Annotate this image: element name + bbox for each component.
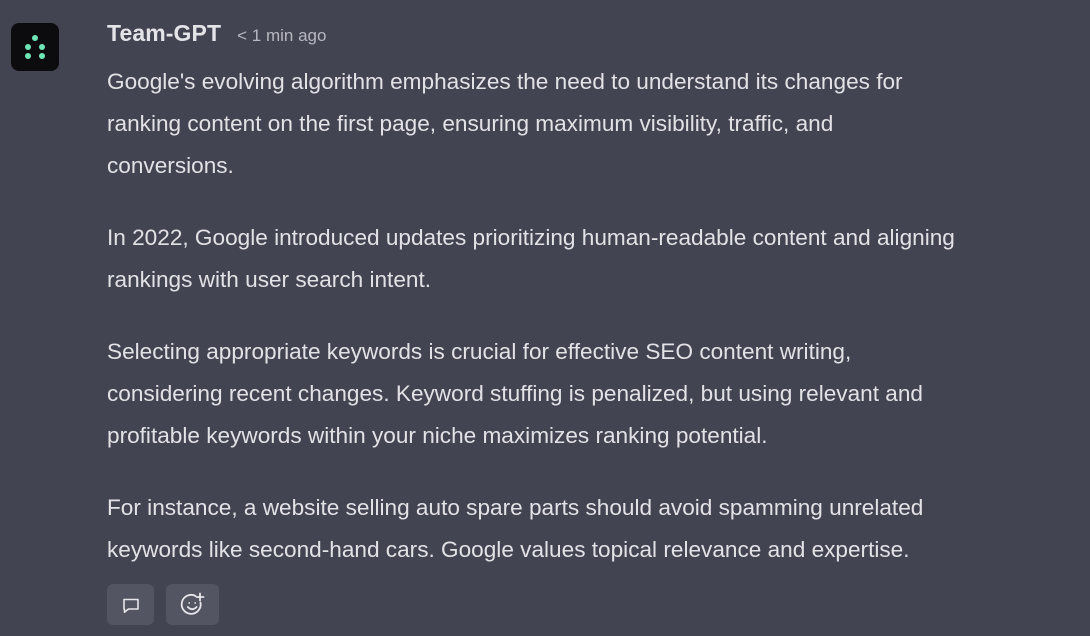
message-actions (107, 584, 219, 625)
author-name: Team-GPT (107, 20, 222, 46)
team-gpt-logo-icon (11, 23, 59, 71)
text-line: keywords like second-hand cars. Google v… (107, 537, 910, 562)
text-line: considering recent changes. Keyword stuf… (107, 381, 923, 406)
comment-icon (122, 598, 139, 613)
text-line: For instance, a website selling auto spa… (107, 495, 924, 520)
paragraph: For instance, a website selling auto spa… (107, 487, 1082, 571)
message-header: Team-GPT < 1 min ago (107, 20, 326, 52)
text-line: Google's evolving algorithm emphasizes t… (107, 69, 903, 94)
message-body: Google's evolving algorithm emphasizes t… (107, 61, 1082, 601)
timestamp: < 1 min ago (237, 26, 327, 45)
comment-button[interactable] (107, 584, 154, 625)
text-line: rankings with user search intent. (107, 267, 432, 292)
add-reaction-icon (180, 592, 204, 615)
text-line: conversions. (107, 153, 234, 178)
paragraph: Google's evolving algorithm emphasizes t… (107, 61, 1082, 187)
paragraph: Selecting appropriate keywords is crucia… (107, 331, 1082, 457)
text-line: In 2022, Google introduced updates prior… (107, 225, 955, 250)
paragraph: In 2022, Google introduced updates prior… (107, 217, 1082, 301)
text-line: Selecting appropriate keywords is crucia… (107, 339, 852, 364)
text-line: ranking content on the first page, ensur… (107, 111, 834, 136)
text-line: profitable keywords within your niche ma… (107, 423, 768, 448)
chat-message: Team-GPT < 1 min ago Google's evolving a… (0, 0, 1090, 636)
add-reaction-button[interactable] (166, 584, 219, 625)
